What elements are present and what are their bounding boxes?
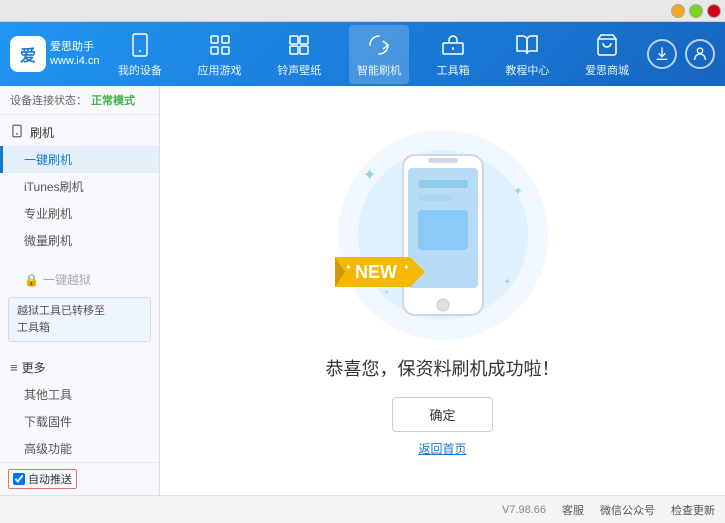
- tutorial-icon: [513, 31, 541, 59]
- sidebar-item-download-firmware[interactable]: 下载固件: [0, 408, 159, 435]
- sidebar-item-other-tools[interactable]: 其他工具: [0, 381, 159, 408]
- check-update-link[interactable]: 检查更新: [671, 502, 715, 518]
- nav-bar: 我的设备 应用游戏 铃声壁纸 智能刷机 工具箱: [100, 25, 647, 84]
- close-button[interactable]: [707, 4, 721, 18]
- sidebar-item-itunes-flash[interactable]: iTunes刷机: [0, 173, 159, 200]
- back-link[interactable]: 返回首页: [418, 440, 466, 457]
- bottom-bar: V7.98.66 客服 微信公众号 检查更新: [0, 495, 725, 523]
- sidebar-more-header: ≡ 更多: [0, 354, 159, 381]
- success-message: 恭喜您，保资料刷机成功啦！: [326, 355, 560, 381]
- svg-text:✦: ✦: [503, 277, 511, 288]
- apps-icon: [206, 31, 234, 59]
- smart-flash-icon: [365, 31, 393, 59]
- illustration-container: ✦ ✦ ✦ ✦: [333, 125, 553, 345]
- maximize-button[interactable]: [689, 4, 703, 18]
- flash-section-icon: [10, 124, 24, 141]
- sidebar-item-advanced[interactable]: 高级功能: [0, 435, 159, 462]
- nav-tutorial[interactable]: 教程中心: [497, 25, 557, 84]
- nav-store[interactable]: 爱思商城: [577, 25, 637, 84]
- nav-ringtones[interactable]: 铃声壁纸: [269, 25, 329, 84]
- toolbox-icon: [439, 31, 467, 59]
- sidebar: 设备连接状态： 正常模式 刷机 一键刷机 iTunes刷机 专业刷机 微量刷机: [0, 86, 160, 495]
- svg-text:✦: ✦: [363, 167, 376, 184]
- svg-text:✦: ✦: [513, 184, 523, 198]
- logo-icon: 爱: [10, 36, 46, 72]
- header: 爱 爱思助手 www.i4.cn 我的设备 应用游戏 铃声壁纸: [0, 22, 725, 86]
- sidebar-item-jailbreak-disabled: 🔒 一键越狱: [0, 266, 159, 293]
- svg-text:NEW: NEW: [355, 262, 397, 282]
- content-area: ✦ ✦ ✦ ✦: [160, 86, 725, 495]
- new-badge: NEW ✦ ✦: [335, 242, 425, 305]
- nav-my-device[interactable]: 我的设备: [110, 25, 170, 84]
- sidebar-item-one-click-flash[interactable]: 一键刷机: [0, 146, 159, 173]
- nav-toolbox[interactable]: 工具箱: [429, 25, 478, 84]
- header-right-buttons: [647, 39, 715, 69]
- auto-download-checkbox[interactable]: 自动推送: [8, 469, 77, 489]
- ringtones-icon: [285, 31, 313, 59]
- nav-apps[interactable]: 应用游戏: [190, 25, 250, 84]
- version-label: V7.98.66: [502, 504, 546, 516]
- confirm-button[interactable]: 确定: [392, 397, 492, 432]
- bottom-right-links: V7.98.66 客服 微信公众号 检查更新: [363, 502, 716, 518]
- download-button[interactable]: [647, 39, 677, 69]
- sidebar-info-box: 越狱工具已转移至 工具箱: [8, 297, 151, 342]
- svg-text:✦: ✦: [403, 263, 410, 272]
- title-bar: [0, 0, 725, 22]
- user-button[interactable]: [685, 39, 715, 69]
- minimize-button[interactable]: [671, 4, 685, 18]
- connection-status: 设备连接状态： 正常模式: [0, 86, 159, 115]
- svg-text:✦: ✦: [345, 263, 352, 272]
- checkbox-row: 自动推送 跳过向导: [0, 462, 159, 495]
- store-icon: [593, 31, 621, 59]
- sidebar-item-pro-flash[interactable]: 专业刷机: [0, 200, 159, 227]
- wechat-link[interactable]: 微信公众号: [600, 502, 655, 518]
- main-wrapper: 设备连接状态： 正常模式 刷机 一键刷机 iTunes刷机 专业刷机 微量刷机: [0, 86, 725, 495]
- flash-section: 刷机 一键刷机 iTunes刷机 专业刷机 微量刷机: [0, 115, 159, 258]
- sidebar-item-micro-flash[interactable]: 微量刷机: [0, 227, 159, 254]
- auto-download-input[interactable]: [13, 473, 25, 485]
- more-icon: ≡: [10, 360, 18, 375]
- device-icon: [126, 31, 154, 59]
- flash-section-header: 刷机: [0, 119, 159, 146]
- logo: 爱 爱思助手 www.i4.cn: [10, 36, 100, 72]
- logo-text: 爱思助手 www.i4.cn: [50, 40, 100, 69]
- lock-icon: 🔒: [24, 273, 39, 287]
- nav-smart-flash[interactable]: 智能刷机: [349, 25, 409, 84]
- customer-service-link[interactable]: 客服: [562, 502, 584, 518]
